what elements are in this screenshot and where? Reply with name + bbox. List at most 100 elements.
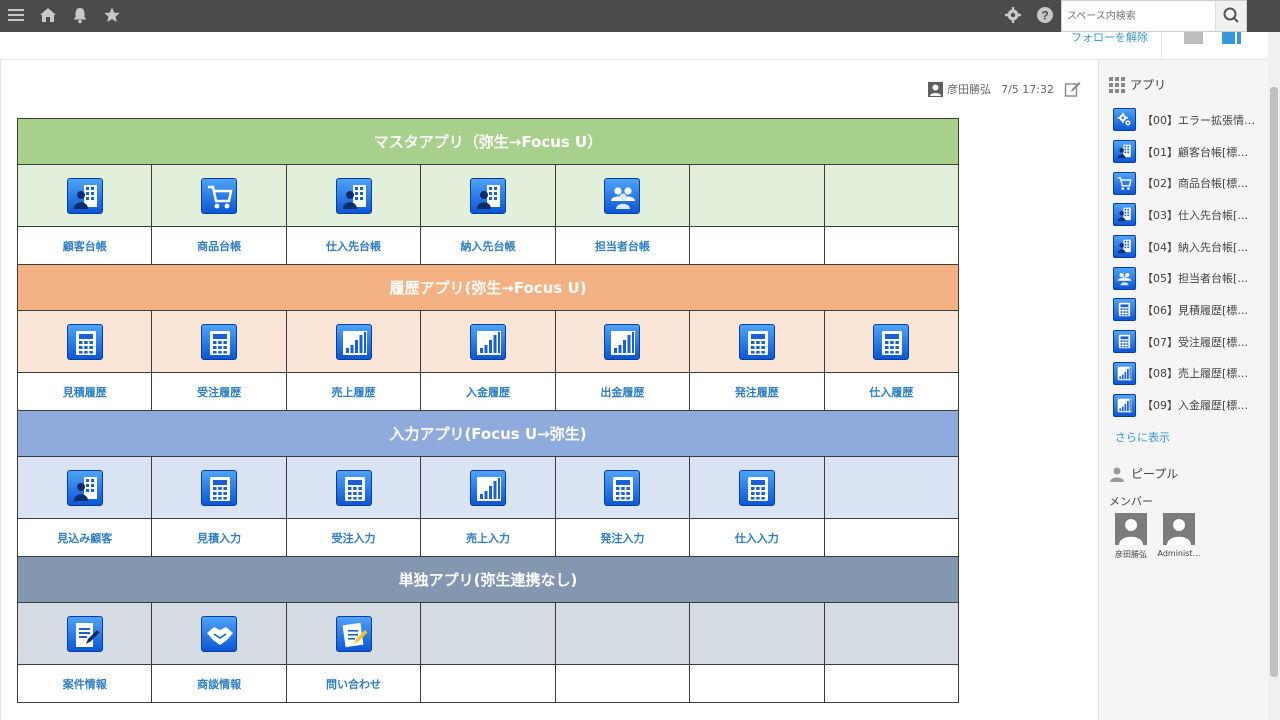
- calculator-icon[interactable]: [738, 469, 775, 506]
- sidebar-app-list: 【00】エラー拡張情… 【01】顧客台帳[標… 【02】商品台帳[標… 【03】仕入先…: [1113, 104, 1263, 421]
- app-label-cell: 売上履歴: [285, 372, 422, 411]
- app-icon-cell: [689, 602, 825, 665]
- app-icon-cell: [554, 310, 691, 373]
- app-label-cell: 担当者台帳: [554, 226, 691, 265]
- app-icon-cell: [420, 456, 556, 519]
- app-link[interactable]: 仕入履歴: [869, 386, 913, 399]
- people-title-label: ピープル: [1131, 467, 1179, 481]
- app-link[interactable]: 問い合わせ: [326, 678, 381, 691]
- help-icon[interactable]: ?: [1035, 6, 1055, 26]
- app-link[interactable]: 納入先台帳: [460, 240, 515, 253]
- app-link[interactable]: 見積履歴: [63, 386, 107, 399]
- app-label-cell: 仕入先台帳: [285, 226, 422, 265]
- members-label: メンバー: [1109, 495, 1153, 508]
- sidebar-app-label: 【07】受注履歴[標…: [1142, 335, 1249, 349]
- calculator-icon[interactable]: [66, 323, 103, 360]
- app-label-cell: [554, 664, 691, 703]
- app-link[interactable]: 発注履歴: [735, 386, 779, 399]
- app-icon-cell: [285, 456, 422, 519]
- app-link[interactable]: 売上履歴: [332, 386, 376, 399]
- app-link[interactable]: 案件情報: [63, 678, 107, 691]
- app-label-row: 案件情報 商談情報 問い合わせ: [16, 664, 960, 703]
- member-card[interactable]: 彦田勝弘: [1108, 513, 1154, 560]
- app-link[interactable]: 発注入力: [600, 532, 644, 545]
- sidebar-app-item[interactable]: 【06】見積履歴[標…: [1113, 294, 1263, 326]
- app-link[interactable]: 入金履歴: [466, 386, 510, 399]
- document-pen-icon[interactable]: [335, 615, 372, 652]
- sidebar-app-item[interactable]: 【08】売上履歴[標…: [1113, 358, 1263, 390]
- handshake-icon[interactable]: [201, 615, 238, 652]
- section-header-row: 入力アプリ(Focus U→弥生): [17, 410, 959, 457]
- bar-chart-icon[interactable]: [335, 323, 372, 360]
- building-person-icon: [1113, 203, 1136, 227]
- app-link[interactable]: 顧客台帳: [63, 240, 107, 253]
- bar-chart-icon[interactable]: [469, 323, 506, 360]
- layout-single-button[interactable]: [1184, 32, 1203, 44]
- app-link[interactable]: 仕入先台帳: [326, 240, 381, 253]
- scrollbar[interactable]: [1268, 32, 1280, 720]
- member-card[interactable]: Administ…: [1156, 513, 1202, 558]
- sidebar-app-item[interactable]: 【05】担当者台帳[…: [1113, 262, 1263, 294]
- app-link[interactable]: 担当者台帳: [595, 240, 650, 253]
- scrollbar-thumb[interactable]: [1270, 87, 1278, 677]
- member-avatar: [1163, 513, 1195, 545]
- group-icon[interactable]: [604, 177, 641, 214]
- bar-chart-icon[interactable]: [469, 469, 506, 506]
- building-person-icon[interactable]: [66, 469, 103, 506]
- section-title: 単独アプリ(弥生連携なし): [17, 556, 959, 603]
- app-icon-cell: [285, 602, 422, 665]
- building-person-icon[interactable]: [335, 177, 372, 214]
- edit-icon[interactable]: [1064, 81, 1081, 98]
- building-person-icon[interactable]: [469, 177, 506, 214]
- app-label-cell: 顧客台帳: [16, 226, 153, 265]
- app-link[interactable]: 見積入力: [197, 532, 241, 545]
- app-link[interactable]: 見込み顧客: [57, 532, 112, 545]
- sidebar-app-item[interactable]: 【03】仕入先台帳[…: [1113, 199, 1263, 231]
- bell-icon[interactable]: [70, 6, 90, 26]
- app-label-cell: 仕入履歴: [823, 372, 960, 411]
- app-icon-cell: [285, 164, 422, 227]
- app-label-row: 見積履歴 受注履歴 売上履歴 入金履歴 出金履歴 発注履歴 仕入履歴: [16, 372, 960, 411]
- building-person-icon[interactable]: [66, 177, 103, 214]
- author-avatar[interactable]: [928, 81, 944, 97]
- hamburger-icon[interactable]: [6, 6, 26, 26]
- sidebar-app-item[interactable]: 【02】商品台帳[標…: [1113, 167, 1263, 199]
- calculator-icon[interactable]: [873, 323, 910, 360]
- app-icon-cell: [823, 602, 960, 665]
- app-icon-cell: [554, 456, 691, 519]
- sidebar-app-item[interactable]: 【07】受注履歴[標…: [1113, 326, 1263, 358]
- app-link[interactable]: 出金履歴: [600, 386, 644, 399]
- bar-chart-icon[interactable]: [604, 323, 641, 360]
- calculator-icon[interactable]: [738, 323, 775, 360]
- sidebar-app-item[interactable]: 【04】納入先台帳[…: [1113, 231, 1263, 263]
- clipboard-pen-icon[interactable]: [66, 615, 103, 652]
- layout-sidebar-button[interactable]: [1222, 32, 1241, 44]
- unfollow-link[interactable]: フォローを解除: [1071, 32, 1148, 44]
- member-name: Administ…: [1157, 549, 1201, 558]
- sidebar-app-item[interactable]: 【00】エラー拡張情…: [1113, 104, 1263, 136]
- app-link[interactable]: 受注入力: [332, 532, 376, 545]
- app-icon-cell: [689, 164, 825, 227]
- show-more-link[interactable]: さらに表示: [1115, 429, 1170, 445]
- app-label-cell: 商談情報: [151, 664, 287, 703]
- app-link[interactable]: 受注履歴: [197, 386, 241, 399]
- app-label-cell: [689, 226, 825, 265]
- calculator-icon[interactable]: [201, 323, 238, 360]
- cart-icon[interactable]: [201, 177, 238, 214]
- section-title: マスタアプリ（弥生→Focus U）: [17, 118, 959, 165]
- app-link[interactable]: 商談情報: [197, 678, 241, 691]
- author-name[interactable]: 彦田勝弘: [947, 81, 991, 97]
- gear-icon[interactable]: [1003, 6, 1023, 26]
- home-icon[interactable]: [38, 6, 58, 26]
- star-icon[interactable]: [102, 6, 122, 26]
- app-link[interactable]: 商品台帳: [197, 240, 241, 253]
- calculator-icon[interactable]: [335, 469, 372, 506]
- sidebar-app-item[interactable]: 【09】入金履歴[標…: [1113, 389, 1263, 421]
- search-input[interactable]: [1062, 1, 1216, 31]
- calculator-icon[interactable]: [201, 469, 238, 506]
- calculator-icon[interactable]: [604, 469, 641, 506]
- app-link[interactable]: 仕入入力: [735, 532, 779, 545]
- search-button[interactable]: [1215, 1, 1246, 31]
- app-link[interactable]: 売上入力: [466, 532, 510, 545]
- sidebar-app-item[interactable]: 【01】顧客台帳[標…: [1113, 136, 1263, 168]
